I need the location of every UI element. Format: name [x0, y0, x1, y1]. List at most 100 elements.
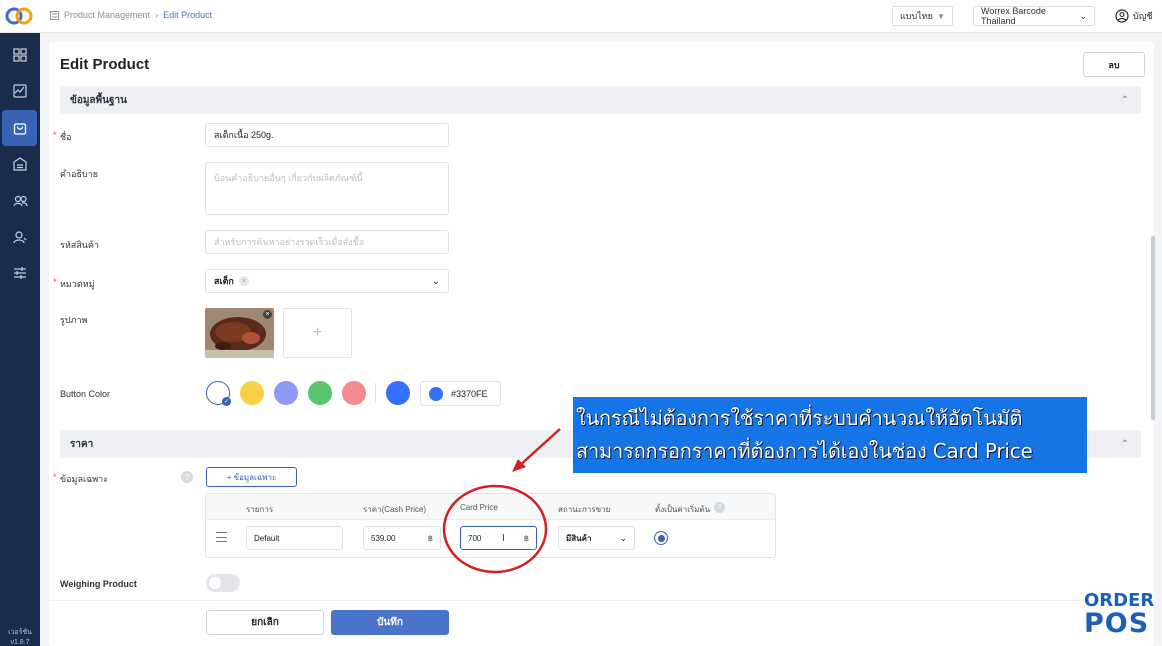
sku-field[interactable]: สำหรับการค้นหาอย่างรวดเร็วเมื่อสั่งซื้อ — [205, 230, 449, 254]
chevron-up-icon: ⌃ — [1120, 438, 1129, 450]
color-swatch-red[interactable] — [342, 381, 366, 405]
default-radio[interactable] — [654, 531, 668, 545]
check-icon: ✓ — [222, 397, 231, 406]
delete-button[interactable]: ลบ — [1083, 52, 1145, 77]
column-header-status: สถานะการขาย — [558, 505, 611, 514]
color-swatch-yellow[interactable] — [240, 381, 264, 405]
button-color-label: Button Color — [60, 389, 111, 399]
grid-icon — [13, 48, 27, 62]
cash-price-value: 539.00 — [371, 533, 396, 543]
required-mark: * — [53, 130, 57, 140]
image-remove-icon[interactable]: × — [263, 310, 272, 319]
cash-price-field[interactable]: 539.00 ฿ — [363, 526, 441, 550]
chevron-up-icon: ⌃ — [1120, 94, 1129, 106]
baht-icon: ฿ — [427, 533, 433, 543]
help-icon[interactable]: ? — [714, 502, 725, 513]
warehouse-icon — [13, 157, 27, 171]
color-swatch-purple[interactable] — [274, 381, 298, 405]
chevron-down-icon: ⌄ — [431, 275, 440, 287]
variant-table: รายการ ราคา(Cash Price) Card Price สถานะ… — [205, 493, 776, 558]
tag-remove-icon[interactable]: × — [238, 276, 249, 286]
cancel-button[interactable]: ยกเลิก — [206, 610, 324, 635]
scrollbar-thumb[interactable] — [1151, 236, 1155, 420]
help-icon[interactable]: ? — [181, 471, 193, 483]
plus-icon: + — [312, 324, 323, 341]
drag-handle-icon[interactable] — [216, 532, 227, 542]
breadcrumb-separator-icon: › — [155, 10, 159, 20]
user-circle-icon — [1115, 9, 1129, 23]
description-label: คำอธิบาย — [60, 169, 99, 179]
basic-info-section-header[interactable]: ข้อมูลพื้นฐาน ⌃ — [60, 86, 1141, 114]
side-nav: เวอร์ชัน v1.8.7 — [0, 33, 40, 646]
language-select[interactable]: แบบไทย ▼ — [892, 6, 953, 26]
image-label: รูปภาพ — [60, 315, 88, 325]
breadcrumb-current: Edit Product — [163, 10, 213, 20]
annotation-line-2: สามารถกรอกราคาที่ต้องการได้เองในช่อง Car… — [576, 439, 1033, 463]
top-bar: Product Management › Edit Product แบบไทย… — [0, 0, 1162, 33]
nav-item-inventory[interactable] — [0, 146, 40, 182]
required-mark: * — [53, 472, 57, 482]
color-swatch-white[interactable]: ✓ — [206, 381, 231, 406]
dashboard-icon — [13, 84, 27, 98]
chevron-down-icon: ⌄ — [1079, 10, 1087, 21]
category-tag: สเต็ก × — [214, 274, 249, 288]
sale-status-value: มีสินค้า — [566, 533, 592, 543]
card-price-value: 700 — [468, 533, 482, 543]
variant-name-field[interactable]: Default — [246, 526, 343, 550]
text-cursor-icon: I — [502, 533, 505, 544]
version-number: v1.8.7 — [10, 639, 30, 646]
account-menu[interactable]: บัญชี — [1115, 9, 1153, 23]
add-option-button[interactable]: + ข้อมูลเฉพาะ — [206, 467, 297, 487]
category-select[interactable]: สเต็ก × ⌄ — [205, 269, 449, 293]
category-label: หมวดหมู่ — [60, 279, 95, 289]
nav-item-overview[interactable] — [0, 37, 40, 73]
nav-item-staff[interactable] — [0, 219, 40, 255]
column-header-default: ตั้งเป็นค่าเริ่มต้น — [655, 505, 711, 514]
weighing-product-label: Weighing Product — [60, 579, 137, 589]
account-label: บัญชี — [1133, 11, 1153, 21]
color-preview-dot — [429, 386, 443, 401]
nav-item-dashboard[interactable] — [0, 73, 40, 109]
description-field[interactable]: ป้อนคำอธิบายอื่นๆ เกี่ยวกับผลิตภัณฑ์นี้ — [205, 162, 449, 215]
language-value: แบบไทย — [900, 11, 933, 21]
add-image-button[interactable]: + — [283, 308, 352, 358]
baht-icon: ฿ — [523, 533, 529, 543]
color-swatch-green[interactable] — [308, 381, 332, 405]
required-mark: * — [53, 277, 57, 287]
nav-item-products[interactable] — [2, 110, 37, 146]
product-image-thumbnail[interactable]: × — [205, 308, 274, 358]
list-icon — [50, 10, 59, 20]
app-logo[interactable] — [5, 5, 33, 27]
name-label: ชื่อ — [60, 132, 72, 142]
color-divider — [375, 383, 376, 403]
color-hex-input[interactable]: #3370FE — [420, 381, 501, 406]
annotation-line-1: ในกรณีไม่ต้องการใช้ราคาที่ระบบคำนวณให้อั… — [576, 406, 1023, 430]
price-section-title: ราคา — [70, 438, 94, 450]
sale-status-select[interactable]: มีสินค้า ⌄ — [558, 526, 635, 550]
color-hex-value: #3370FE — [451, 388, 488, 399]
name-field[interactable]: สเต็กเนื้อ 250g. — [205, 123, 449, 147]
sku-label: รหัสสินค้า — [60, 240, 99, 250]
category-value: สเต็ก — [214, 276, 234, 286]
settings-sliders-icon — [14, 267, 26, 279]
card-price-field[interactable]: 700 I ฿ — [460, 526, 537, 550]
shopping-bag-icon — [13, 123, 26, 135]
weighing-product-toggle[interactable] — [206, 574, 240, 592]
color-swatch-custom[interactable] — [386, 381, 410, 405]
variant-name-value: Default — [254, 533, 280, 543]
brand-line-2: POS — [1084, 608, 1150, 639]
store-value: Worrex Barcode Thailand — [981, 6, 1046, 26]
column-header-cash-price: ราคา(Cash Price) — [363, 505, 427, 514]
page-title: Edit Product — [60, 56, 150, 73]
basic-info-title: ข้อมูลพื้นฐาน — [70, 94, 127, 106]
save-button[interactable]: บันทึก — [331, 610, 449, 635]
store-select[interactable]: Worrex Barcode Thailand ⌄ — [973, 6, 1095, 26]
caret-down-icon: ▼ — [937, 11, 945, 21]
nav-item-settings[interactable] — [0, 255, 40, 291]
nav-item-customers[interactable] — [0, 183, 40, 219]
annotation-callout: ในกรณีไม่ต้องการใช้ราคาที่ระบบคำนวณให้อั… — [573, 397, 1087, 473]
column-header-name: รายการ — [246, 505, 274, 514]
version-label: เวอร์ชัน — [8, 629, 32, 636]
breadcrumb-parent[interactable]: Product Management — [64, 10, 150, 20]
breadcrumb: Product Management › Edit Product — [50, 10, 212, 20]
